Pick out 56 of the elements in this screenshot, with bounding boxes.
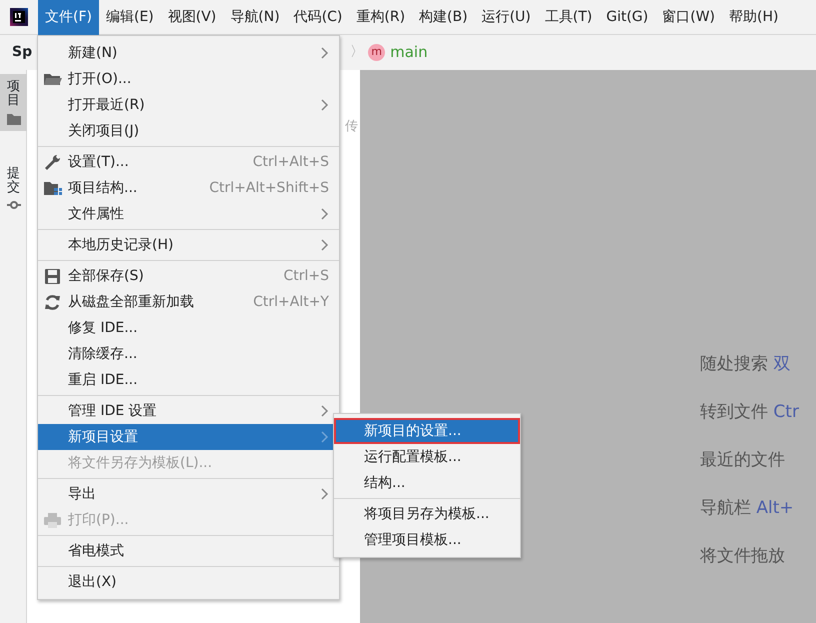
panel-text: 传 — [345, 118, 358, 136]
menu-item[interactable]: 全部保存(S) Ctrl+S — [38, 263, 339, 289]
menu-item[interactable]: 窗口(W) — [655, 0, 722, 34]
chevron-right-icon — [321, 431, 329, 443]
commit-icon — [6, 199, 20, 212]
menu-item[interactable]: 编辑(E) — [98, 0, 161, 34]
chevron-right-icon — [321, 488, 329, 500]
tool-window-tab[interactable]: 项目 — [0, 74, 27, 131]
menu-item[interactable]: 导航(N) — [223, 0, 287, 34]
shortcut-text: Ctrl+Alt+Y — [253, 292, 329, 312]
menu-item[interactable]: 文件(F) — [38, 0, 99, 34]
menu-item[interactable]: 构建(B) — [412, 0, 475, 34]
menu-item[interactable]: 视图(V) — [160, 0, 224, 34]
chevron-right-icon — [321, 208, 329, 220]
breadcrumb-separator: 〉 — [350, 43, 364, 62]
shortcut-text: Ctrl+Alt+Shift+S — [209, 178, 329, 198]
menu-item[interactable]: 工具(T) — [538, 0, 600, 34]
app-logo-icon — [10, 8, 28, 26]
menu-item[interactable]: 运行(U) — [474, 0, 538, 34]
menu-item[interactable]: 重构(R) — [349, 0, 412, 34]
chevron-right-icon — [321, 99, 329, 111]
shortcut-hint: 随处搜索 双 — [700, 353, 792, 376]
menu-item[interactable]: 打开最近(R) — [38, 92, 339, 118]
menu-item[interactable]: 代码(C) — [286, 0, 350, 34]
chevron-right-icon — [321, 239, 329, 251]
branch-badge-icon: m — [368, 44, 386, 61]
menu-item[interactable]: 项目结构... Ctrl+Alt+Shift+S — [38, 175, 339, 201]
shortcut-hint: 转到文件 Ctr — [700, 401, 800, 424]
reload-icon — [43, 292, 63, 312]
shortcut-hint: 最近的文件 — [700, 449, 786, 472]
menu-item[interactable]: Git(G) — [599, 0, 656, 34]
menu-item[interactable]: 本地历史记录(H) — [38, 232, 339, 258]
save-icon — [43, 266, 63, 286]
menu-item[interactable]: 帮助(H) — [722, 0, 786, 34]
tool-window-tab[interactable]: 提交 — [0, 160, 27, 218]
menu-item[interactable]: 修复 IDE... — [38, 315, 339, 341]
wrench-icon — [43, 152, 63, 172]
shortcut-text: Ctrl+S — [283, 266, 329, 286]
menu-item[interactable]: 设置(T)... Ctrl+Alt+S — [38, 149, 339, 175]
menu-item[interactable]: 清除缓存... — [38, 341, 339, 367]
chevron-right-icon — [321, 47, 329, 59]
chevron-right-icon — [321, 405, 329, 417]
shortcut-text: Ctrl+Alt+S — [252, 152, 329, 172]
menu-item[interactable]: 关闭项目(J) — [38, 118, 339, 144]
menu-item[interactable]: 打开(O)... — [38, 66, 339, 92]
folder-icon — [6, 112, 20, 125]
menu-item[interactable]: 从磁盘全部重新加载 Ctrl+Alt+Y — [38, 289, 339, 315]
shortcut-hint: 导航栏 Alt+ — [700, 497, 795, 520]
menu-item[interactable]: 退出(X) — [38, 569, 339, 595]
menu-item[interactable]: 文件属性 — [38, 201, 339, 227]
printer-icon — [43, 510, 63, 530]
project-name[interactable]: Sp — [12, 42, 32, 63]
menu-item[interactable]: 重启 IDE... — [38, 367, 339, 393]
shortcut-hint: 将文件拖放 — [700, 545, 786, 568]
menu-item[interactable]: 新建(N) — [38, 40, 339, 66]
menu-item[interactable]: 新项目的设置... — [334, 418, 520, 444]
